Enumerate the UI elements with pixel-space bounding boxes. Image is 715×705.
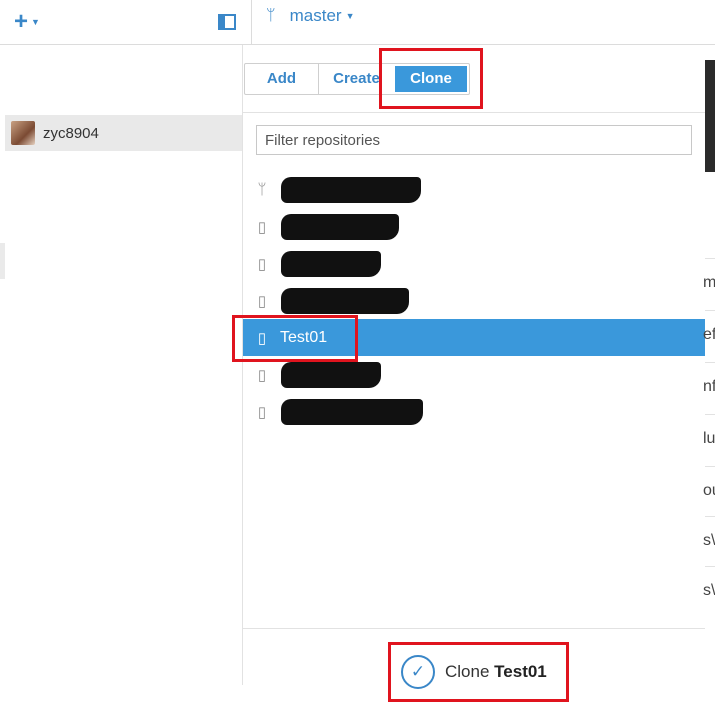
clone-popover: Add Create Clone ᛘ ▯ ▯ ▯ ▯ Test01: [242, 45, 706, 689]
branch-selector[interactable]: ᛘ master ▼: [266, 6, 355, 26]
edge-text: ef: [703, 326, 715, 343]
account-item[interactable]: zyc8904: [5, 115, 242, 151]
highlight-box-test01: [232, 315, 358, 362]
edge-text: nf: [703, 378, 715, 395]
plus-icon: +: [14, 8, 29, 35]
list-item[interactable]: ▯: [243, 208, 705, 245]
list-item[interactable]: ▯: [243, 393, 705, 430]
add-menu-button[interactable]: + ▼: [14, 10, 40, 34]
fork-icon: ᛘ: [257, 181, 267, 198]
sidebar-toggle-icon[interactable]: [218, 14, 236, 30]
chevron-down-icon: ▼: [345, 11, 355, 21]
toolbar-divider: [251, 0, 252, 44]
background-dark-bar: [705, 60, 715, 172]
edge-text: lu: [703, 430, 715, 447]
repo-icon: ▯: [257, 218, 267, 236]
avatar: [11, 121, 35, 145]
highlight-box-clone-button: [388, 642, 569, 702]
redaction-mark: [281, 214, 399, 240]
chevron-down-icon: ▼: [31, 17, 40, 27]
divider: [705, 414, 715, 415]
filter-repositories-input[interactable]: [256, 125, 692, 155]
edge-text: m: [703, 274, 715, 291]
tab-add[interactable]: Add: [245, 64, 319, 94]
list-item[interactable]: ▯: [243, 245, 705, 282]
branch-name: master: [289, 6, 342, 25]
divider: [705, 258, 715, 259]
divider: [705, 566, 715, 567]
divider: [705, 466, 715, 467]
list-item[interactable]: ▯: [243, 282, 705, 319]
redaction-mark: [281, 399, 423, 425]
sidebar-edge-tab: [0, 243, 5, 279]
branch-icon: ᛘ: [266, 7, 276, 24]
sidebar: zyc8904: [0, 45, 242, 705]
redaction-mark: [281, 251, 381, 277]
repo-icon: ▯: [257, 403, 267, 421]
divider: [705, 310, 715, 311]
highlight-box-clone-tab: [379, 48, 483, 109]
repository-list: ᛘ ▯ ▯ ▯ ▯ Test01 ▯ ▯: [243, 171, 705, 430]
repo-icon: ▯: [257, 255, 267, 273]
divider: [705, 516, 715, 517]
edge-text: s\: [703, 582, 715, 599]
redaction-mark: [281, 177, 421, 203]
account-name: zyc8904: [43, 124, 99, 142]
divider: [705, 362, 715, 363]
redaction-mark: [281, 362, 381, 388]
repo-icon: ▯: [257, 366, 267, 384]
repo-icon: ▯: [257, 292, 267, 310]
list-item[interactable]: ᛘ: [243, 171, 705, 208]
edge-text: s\: [703, 532, 715, 549]
redaction-mark: [281, 288, 409, 314]
top-toolbar: + ▼ ᛘ master ▼: [0, 0, 715, 45]
edge-text: ou: [703, 482, 715, 499]
